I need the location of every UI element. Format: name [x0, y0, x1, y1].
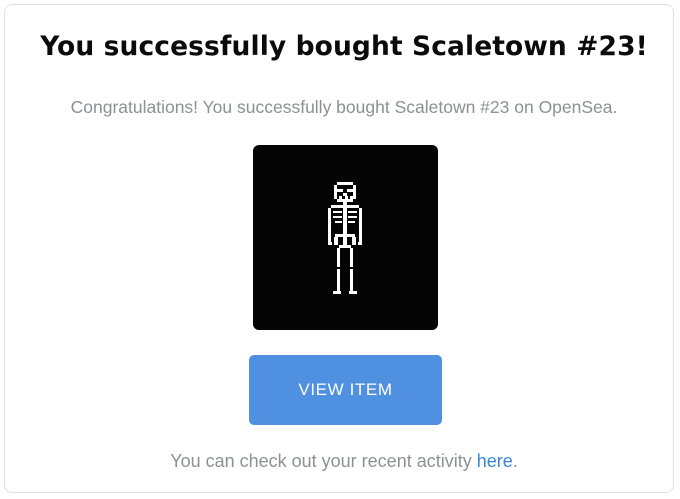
purchase-success-card: You successfully bought Scaletown #23! C…	[4, 4, 674, 493]
page-title: You successfully bought Scaletown #23!	[40, 31, 648, 62]
recent-activity-message: You can check out your recent activity h…	[5, 451, 680, 473]
recent-activity-link[interactable]: here	[477, 451, 513, 471]
footer-end: .	[512, 451, 518, 471]
footer-text: You can check out your recent activity	[170, 451, 477, 471]
nft-item-image	[253, 145, 438, 330]
view-item-button[interactable]: VIEW ITEM	[249, 355, 442, 425]
skeleton-icon	[328, 182, 362, 294]
congratulations-message: Congratulations! You successfully bought…	[70, 97, 618, 117]
